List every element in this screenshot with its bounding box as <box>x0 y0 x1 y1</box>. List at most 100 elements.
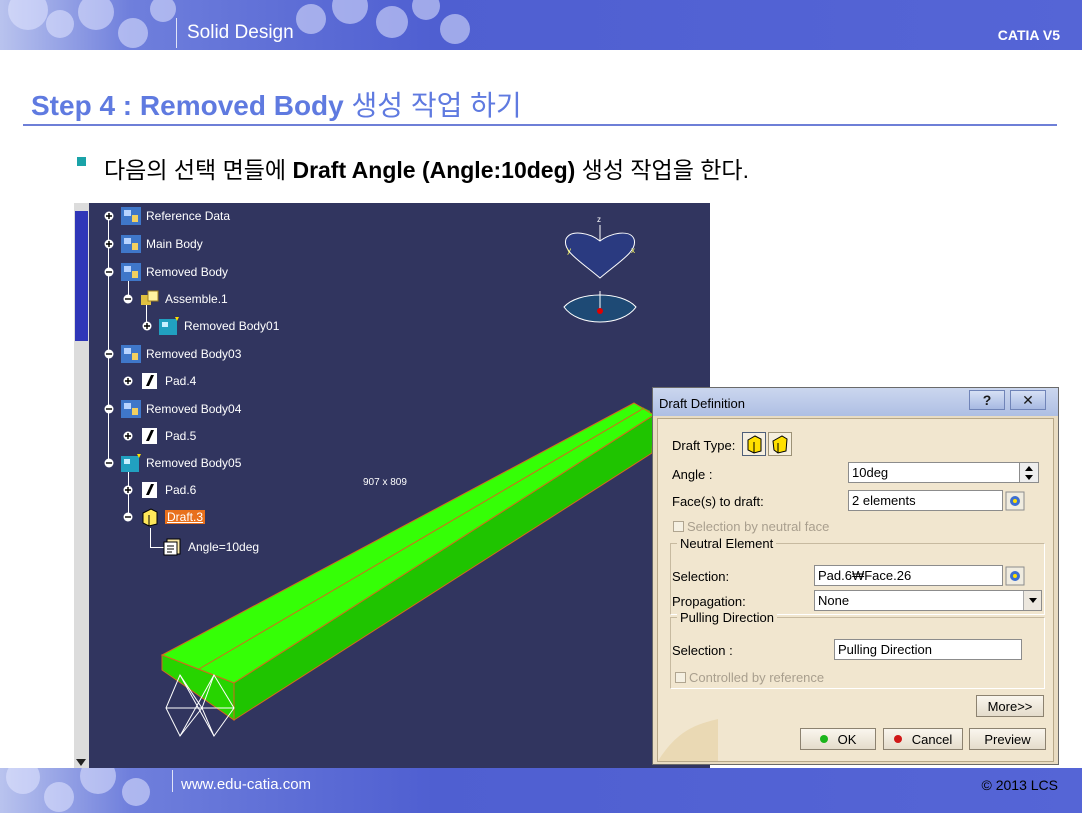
collapse-minus-icon[interactable] <box>104 349 114 359</box>
angle-spinner[interactable] <box>1019 462 1039 483</box>
tree-node-pad-5[interactable]: Pad.5 <box>123 425 196 447</box>
tree-node-main-body[interactable]: Main Body <box>104 233 203 255</box>
faces-to-draft-field[interactable]: 2 elements <box>848 490 1003 511</box>
step-title-suffix: 생성 작업 하기 <box>351 90 522 121</box>
bar-front-face <box>233 414 655 721</box>
draft-type-constant-button[interactable] <box>742 432 766 456</box>
body-icon <box>121 235 141 253</box>
more-button[interactable]: More>> <box>976 695 1044 717</box>
collapse-minus-icon[interactable] <box>123 512 133 522</box>
help-button[interactable]: ? <box>969 390 1005 410</box>
propagation-value: None <box>818 593 850 608</box>
propagation-label: Propagation: <box>672 594 746 609</box>
footer-band: www.edu-catia.com © 2013 LCS <box>0 768 1082 813</box>
bullet-text-post: 생성 작업을 한다. <box>581 157 749 183</box>
cancel-button[interactable]: Cancel <box>883 728 963 750</box>
decor-circle <box>8 0 48 30</box>
preview-button[interactable]: Preview <box>969 728 1046 750</box>
tree-label: Pad.6 <box>165 483 197 497</box>
expand-plus-icon[interactable] <box>123 431 133 441</box>
tree-node-removed-body03[interactable]: Removed Body03 <box>104 343 241 365</box>
bullet-text-bold: Draft Angle (Angle:10deg) <box>292 157 576 183</box>
dialog-body: Draft Type: Angle : 10deg Face(s) to dra… <box>657 418 1054 762</box>
tree-label: Pad.5 <box>165 429 197 443</box>
body-icon <box>121 263 141 281</box>
collapse-minus-icon[interactable] <box>104 404 114 414</box>
bullet-marker <box>77 157 86 166</box>
collapse-minus-icon[interactable] <box>104 267 114 277</box>
tree-node-pad-6[interactable]: Pad.6 <box>123 479 196 501</box>
ok-label: OK <box>837 731 857 747</box>
decor-circle <box>122 778 150 806</box>
decor-circle <box>376 6 408 38</box>
bar-edge <box>198 407 645 670</box>
header-band: Solid Design CATIA V5 <box>0 0 1082 50</box>
tree-node-removed-body05[interactable]: Removed Body05 <box>104 452 241 474</box>
propagation-select[interactable]: None <box>814 590 1042 611</box>
tree-node-removed-body04[interactable]: Removed Body04 <box>104 398 241 420</box>
collapse-minus-icon[interactable] <box>123 294 133 304</box>
tree-node-draft-3[interactable]: Draft.3 <box>123 506 206 528</box>
compass-x-label: x <box>631 246 635 255</box>
neutral-element-title: Neutral Element <box>677 536 777 551</box>
footer-separator <box>172 770 173 792</box>
tree-node-removed-body[interactable]: Removed Body <box>104 261 228 283</box>
step-title: Step 4 : Removed Body 생성 작업 하기 <box>31 84 522 124</box>
compass-icon[interactable] <box>563 225 637 323</box>
decor-circle <box>440 14 470 44</box>
expand-plus-icon[interactable] <box>104 239 114 249</box>
cancel-label: Cancel <box>911 731 953 747</box>
cursor-coordinates: 907 x 809 <box>363 477 407 488</box>
neutral-selection-field[interactable]: Pad.6₩Face.26 <box>814 565 1003 586</box>
decor-circle <box>150 0 176 22</box>
dialog-decor <box>658 719 718 761</box>
decor-circle <box>44 782 74 812</box>
close-button[interactable]: ✕ <box>1010 390 1046 410</box>
angle-input[interactable]: 10deg <box>848 462 1020 483</box>
expand-plus-icon[interactable] <box>142 321 152 331</box>
decor-circle <box>332 0 368 24</box>
spin-down-icon[interactable] <box>1025 475 1033 480</box>
body-icon <box>121 345 141 363</box>
compass-z-label: z <box>597 215 601 224</box>
catia-viewport[interactable]: z x y Reference Data Main Body Removed B… <box>74 203 710 768</box>
tree-node-angle-parameter[interactable]: Angle=10deg <box>162 536 259 558</box>
coord-separator: x <box>382 477 388 488</box>
decor-circle <box>412 0 440 20</box>
decor-circle <box>80 768 116 794</box>
faces-list-icon[interactable] <box>1005 491 1025 511</box>
neutral-selection-label: Selection: <box>672 569 730 584</box>
neutral-face-label: Selection by neutral face <box>687 519 830 534</box>
pulling-direction-title: Pulling Direction <box>677 610 777 625</box>
ok-button[interactable]: OK <box>800 728 876 750</box>
dropdown-arrow-icon[interactable] <box>1023 591 1041 610</box>
expand-plus-icon[interactable] <box>104 211 114 221</box>
body-icon <box>121 207 141 225</box>
pulling-selection-field[interactable]: Pulling Direction <box>834 639 1022 660</box>
header-brand: CATIA V5 <box>997 27 1060 43</box>
ok-icon <box>819 735 828 743</box>
tree-node-pad-4[interactable]: Pad.4 <box>123 370 196 392</box>
tree-label: Pad.4 <box>165 374 197 388</box>
dialog-titlebar[interactable]: Draft Definition ? ✕ <box>653 388 1058 416</box>
spin-up-icon[interactable] <box>1025 466 1033 471</box>
tree-label: Assemble.1 <box>165 292 228 306</box>
expand-plus-icon[interactable] <box>123 376 133 386</box>
tree-label: Removed Body04 <box>146 402 242 416</box>
collapse-minus-icon[interactable] <box>104 458 114 468</box>
tree-label-selected: Draft.3 <box>165 510 206 524</box>
controlled-by-reference-label: Controlled by reference <box>689 670 825 685</box>
footer-copyright: © 2013 LCS <box>981 777 1058 793</box>
tree-node-assemble[interactable]: Assemble.1 <box>123 288 228 310</box>
tree-label: Removed Body05 <box>146 456 242 470</box>
coord-y: 809 <box>390 477 407 488</box>
pad-icon <box>142 482 157 498</box>
tree-node-removed-body01[interactable]: Removed Body01 <box>142 315 279 337</box>
neutral-list-icon[interactable] <box>1005 566 1025 586</box>
expand-plus-icon[interactable] <box>123 485 133 495</box>
draft-type-variable-button[interactable] <box>768 432 792 456</box>
body-active-icon <box>121 454 141 472</box>
controlled-by-reference-checkbox[interactable] <box>675 672 686 683</box>
neutral-face-checkbox[interactable] <box>673 521 684 532</box>
tree-node-reference-data[interactable]: Reference Data <box>104 205 230 227</box>
